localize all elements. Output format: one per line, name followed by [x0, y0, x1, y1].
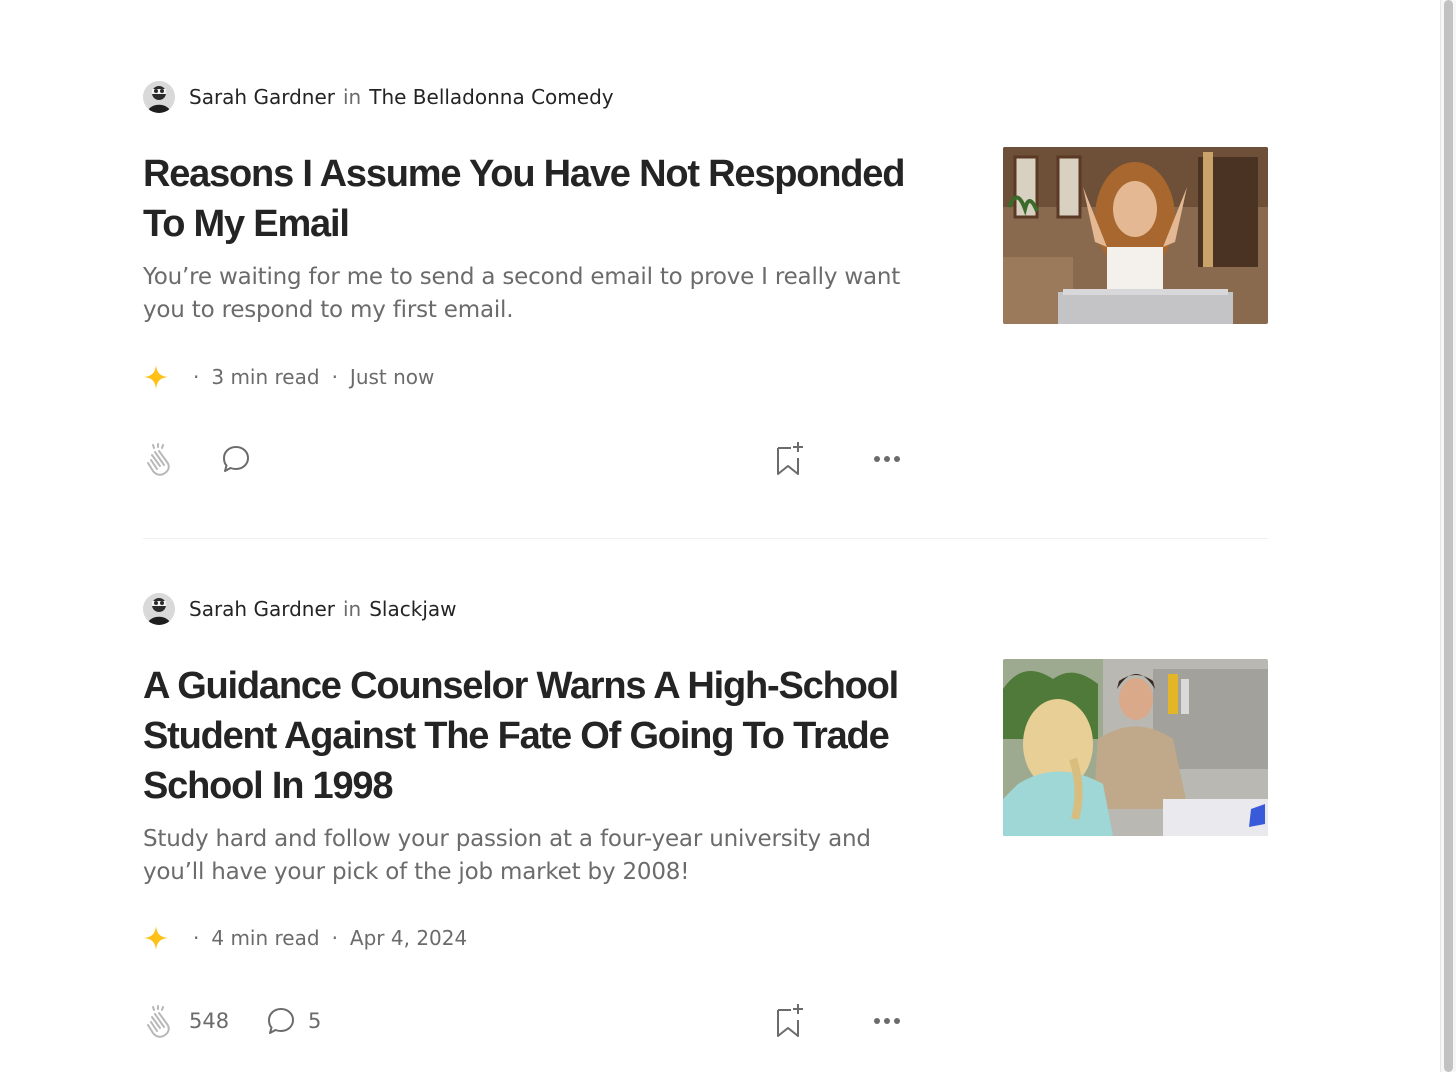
publication-name[interactable]: The Belladonna Comedy — [369, 85, 613, 109]
save-button[interactable] — [773, 1001, 807, 1041]
separator-dot: · — [193, 365, 200, 389]
star-icon — [144, 365, 168, 389]
comment-icon — [268, 1008, 294, 1034]
article-thumbnail[interactable] — [1003, 659, 1268, 836]
article-divider — [143, 538, 1268, 539]
separator-dot: · — [331, 365, 338, 389]
article-card: Sarah Gardner in Slackjaw A Guidance Cou… — [143, 592, 1268, 1052]
read-time: 4 min read — [211, 926, 320, 950]
article-subtitle[interactable]: You’re waiting for me to send a second e… — [143, 261, 923, 327]
author-avatar[interactable] — [143, 81, 175, 113]
comment-button[interactable]: 5 — [264, 1001, 321, 1041]
publish-date: Just now — [349, 365, 435, 389]
publication-name[interactable]: Slackjaw — [369, 597, 456, 621]
clap-icon — [147, 443, 170, 476]
separator-dot: · — [193, 926, 200, 950]
scrollbar-thumb[interactable] — [1444, 0, 1453, 1072]
article-card: Sarah Gardner in The Belladonna Comedy R… — [143, 80, 1268, 500]
article-meta: · 4 min read · Apr 4, 2024 — [143, 923, 467, 953]
bookmark-add-icon — [777, 1004, 803, 1037]
response-count: 5 — [308, 1009, 322, 1033]
author-avatar[interactable] — [143, 593, 175, 625]
more-icon — [874, 456, 900, 462]
byline: Sarah Gardner in Slackjaw — [143, 592, 457, 626]
comment-icon — [223, 446, 249, 472]
publish-date: Apr 4, 2024 — [349, 926, 468, 950]
article-meta: · 3 min read · Just now — [143, 362, 434, 392]
author-name[interactable]: Sarah Gardner — [189, 85, 335, 109]
article-title[interactable]: Reasons I Assume You Have Not Responded … — [143, 149, 923, 249]
more-icon — [874, 1018, 900, 1024]
clap-count: 548 — [189, 1009, 230, 1033]
author-name[interactable]: Sarah Gardner — [189, 597, 335, 621]
clap-button[interactable] — [143, 439, 179, 479]
scrollbar[interactable] — [1440, 0, 1456, 1072]
save-button[interactable] — [773, 439, 807, 479]
more-options-button[interactable] — [872, 1001, 902, 1041]
article-title[interactable]: A Guidance Counselor Warns A High-School… — [143, 661, 923, 811]
separator-dot: · — [331, 926, 338, 950]
star-icon — [144, 926, 168, 950]
article-thumbnail[interactable] — [1003, 147, 1268, 324]
clap-icon — [147, 1005, 170, 1038]
in-label: in — [343, 85, 362, 109]
in-label: in — [343, 597, 362, 621]
article-actions — [143, 439, 923, 479]
comment-button[interactable] — [219, 439, 263, 479]
more-options-button[interactable] — [872, 439, 902, 479]
article-actions: 548 5 — [143, 1001, 923, 1041]
article-subtitle[interactable]: Study hard and follow your passion at a … — [143, 823, 923, 889]
read-time: 3 min read — [211, 365, 320, 389]
clap-button[interactable]: 548 — [143, 1001, 229, 1041]
bookmark-add-icon — [777, 442, 803, 475]
byline: Sarah Gardner in The Belladonna Comedy — [143, 80, 614, 114]
